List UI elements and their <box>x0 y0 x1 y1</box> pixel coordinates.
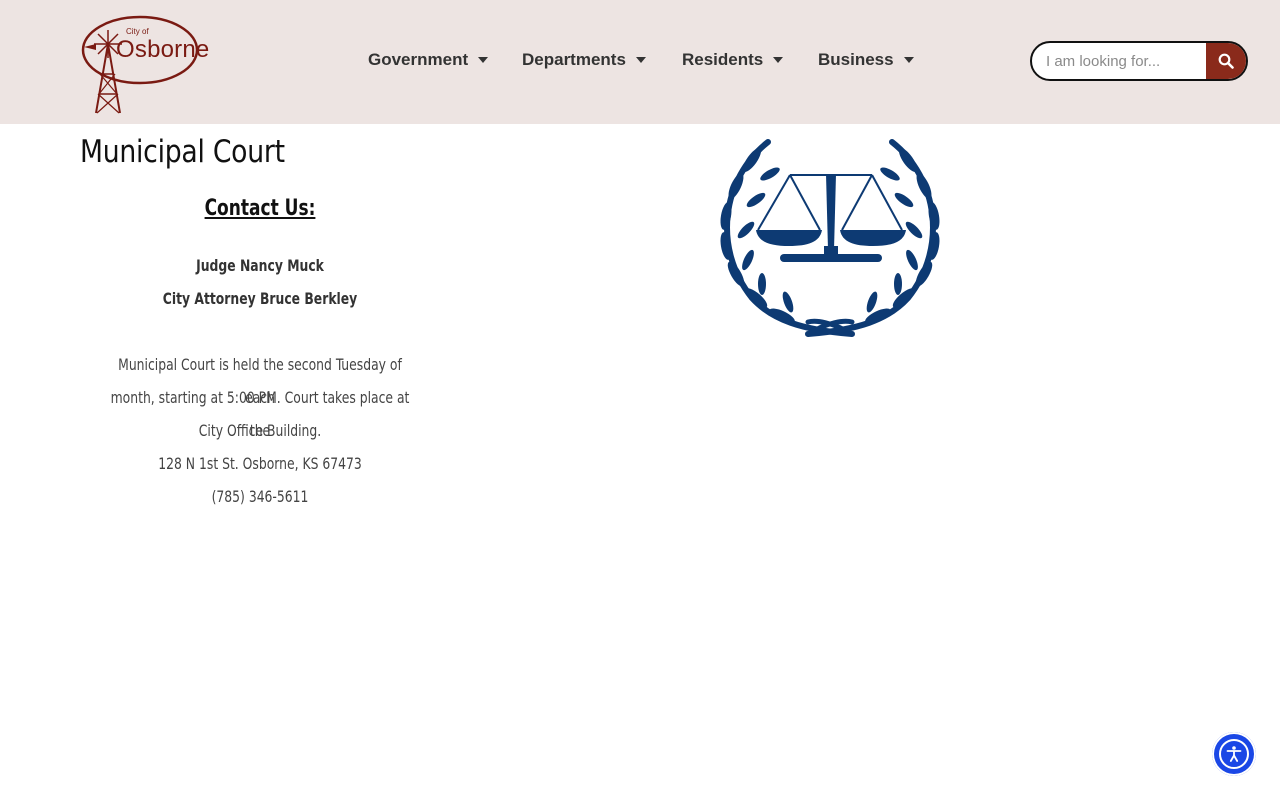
search-button[interactable] <box>1206 43 1246 79</box>
accessibility-icon <box>1226 746 1242 762</box>
scales-of-justice-icon <box>720 139 940 337</box>
logo-small-text: City of <box>126 27 149 36</box>
nav-item-label: Business <box>818 50 894 69</box>
court-address: 128 N 1st St. Osborne, KS 67473 <box>158 454 362 473</box>
caret-down-icon <box>635 57 646 63</box>
caret-down-icon <box>903 57 914 63</box>
nav-item-government[interactable]: Government <box>368 50 489 70</box>
search-icon <box>1218 53 1234 69</box>
nav-item-label: Government <box>368 50 469 69</box>
nav-item-label: Departments <box>522 50 626 69</box>
court-info-line: City Office Building. <box>198 421 322 440</box>
nav-item-business[interactable]: Business <box>818 50 914 70</box>
caret-down-icon <box>478 57 489 63</box>
page-title: Municipal Court <box>80 134 285 170</box>
nav-item-label: Residents <box>682 50 764 69</box>
contact-heading: Contact Us: <box>204 196 316 221</box>
site-header: City of Osborne Government Departments R… <box>0 0 1280 124</box>
judge-name: Judge Nancy Muck <box>196 256 324 275</box>
logo-big-text: Osborne <box>116 36 210 63</box>
nav-item-departments[interactable]: Departments <box>522 50 646 70</box>
city-attorney-name: City Attorney Bruce Berkley <box>162 289 358 308</box>
caret-down-icon <box>773 57 784 63</box>
search-input[interactable] <box>1032 43 1208 79</box>
court-phone: (785) 346-5611 <box>211 487 309 506</box>
accessibility-button[interactable] <box>1212 732 1256 776</box>
search-form <box>1030 41 1248 81</box>
nav-item-residents[interactable]: Residents <box>682 50 784 70</box>
site-logo[interactable]: City of Osborne <box>80 14 209 116</box>
